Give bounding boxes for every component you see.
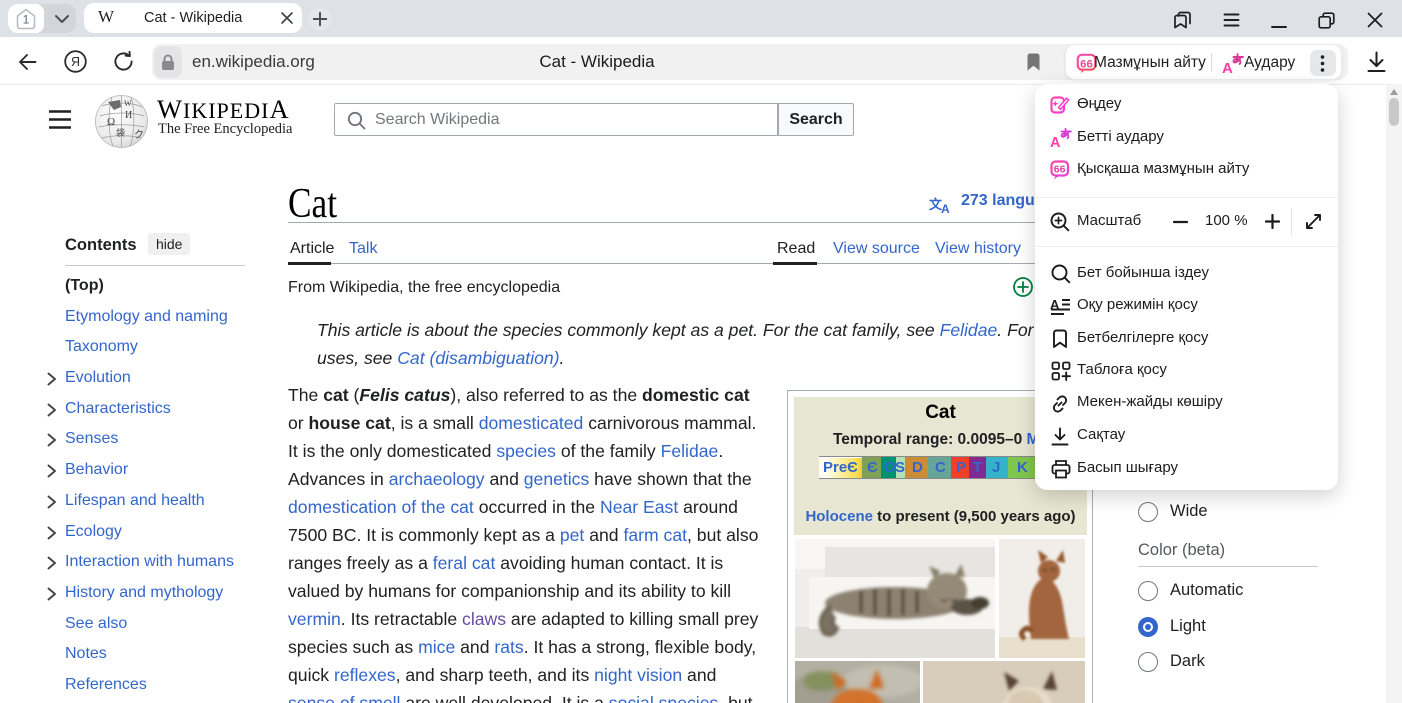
svg-text:66: 66 bbox=[1080, 58, 1093, 70]
svg-text:A: A bbox=[941, 202, 950, 214]
svg-text:Ω: Ω bbox=[107, 116, 115, 128]
svg-text:袋: 袋 bbox=[116, 127, 125, 138]
svg-text:A: A bbox=[1050, 135, 1061, 149]
svg-text:A: A bbox=[1222, 60, 1233, 75]
svg-text:W: W bbox=[124, 99, 132, 108]
svg-text:Я: Я bbox=[71, 55, 80, 69]
svg-text:66: 66 bbox=[1054, 164, 1066, 176]
svg-text:И: И bbox=[125, 110, 132, 121]
svg-text:1: 1 bbox=[23, 12, 30, 26]
svg-text:ク: ク bbox=[134, 129, 144, 141]
